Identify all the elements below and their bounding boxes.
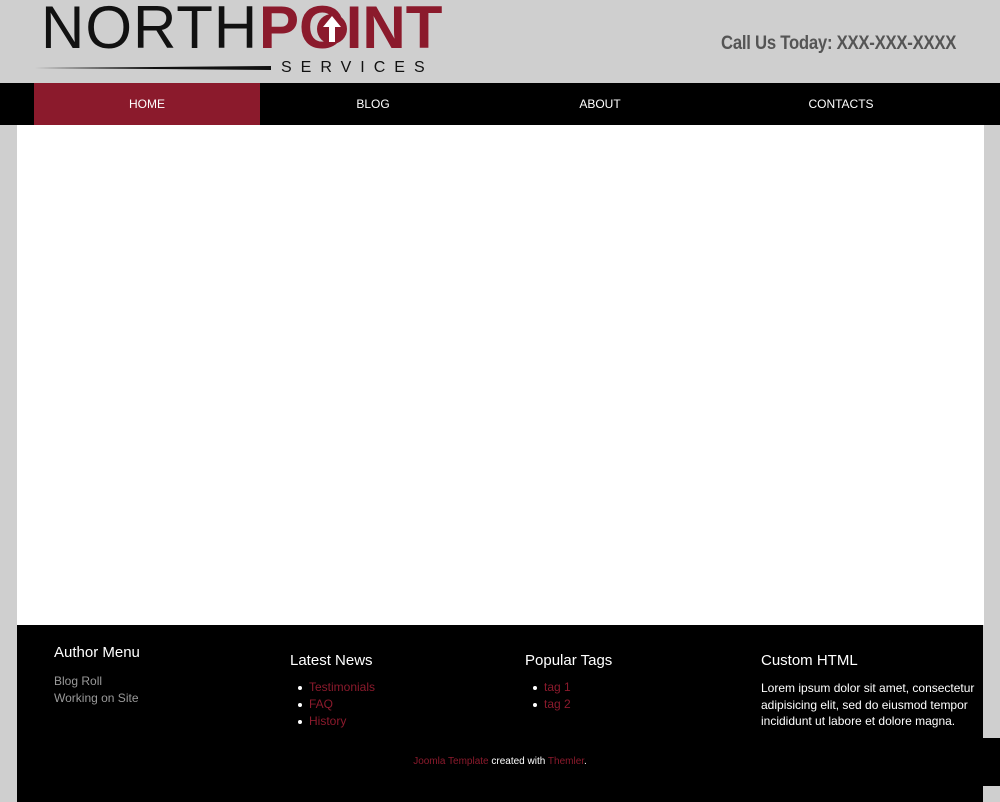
- author-menu-title: Author Menu: [54, 644, 140, 661]
- main-nav: HOME BLOG ABOUT CONTACTS: [0, 83, 1000, 125]
- list-item: FAQ: [290, 696, 375, 713]
- latest-news-list: Testimonials FAQ History: [290, 679, 375, 730]
- credit-text-created-with: created with: [488, 756, 548, 767]
- footer-popular-tags: Popular Tags tag 1 tag 2: [525, 625, 745, 745]
- custom-html-title: Custom HTML: [761, 652, 858, 669]
- author-link-blog-roll[interactable]: Blog Roll: [54, 673, 139, 690]
- latest-news-title: Latest News: [290, 652, 373, 669]
- arrow-up-icon: [317, 14, 347, 44]
- list-item: Testimonials: [290, 679, 375, 696]
- author-link-working-on-site[interactable]: Working on Site: [54, 690, 139, 707]
- logo-text-services: SERVICES: [281, 59, 434, 76]
- logo-text-point: POINT: [259, 0, 443, 61]
- phone-number: Call Us Today: XXX-XXX-XXXX: [720, 33, 956, 54]
- main-content: [17, 125, 984, 625]
- footer-custom-html: Custom HTML Lorem ipsum dolor sit amet, …: [761, 625, 981, 745]
- list-item: tag 2: [525, 696, 571, 713]
- author-menu-links: Blog Roll Working on Site: [54, 673, 139, 707]
- footer-latest-news: Latest News Testimonials FAQ History: [290, 625, 510, 745]
- logo-text-north: NORTH: [41, 0, 259, 61]
- tag-link-2[interactable]: tag 2: [544, 697, 571, 711]
- custom-html-text: Lorem ipsum dolor sit amet, consectetur …: [761, 681, 975, 728]
- popular-tags-list: tag 1 tag 2: [525, 679, 571, 713]
- site-header: NORTH POINT SERVICES Call Us Today: XXX-…: [0, 0, 1000, 83]
- nav-item-home[interactable]: HOME: [34, 83, 260, 125]
- credit-link-joomla-template[interactable]: Joomla Template: [413, 756, 488, 767]
- popular-tags-title: Popular Tags: [525, 652, 613, 669]
- list-item: History: [290, 713, 375, 730]
- nav-item-blog[interactable]: BLOG: [260, 83, 486, 125]
- logo-swoosh: [35, 66, 271, 70]
- news-link-faq[interactable]: FAQ: [309, 697, 333, 711]
- list-item: tag 1: [525, 679, 571, 696]
- nav-item-about[interactable]: ABOUT: [487, 83, 713, 125]
- news-link-history[interactable]: History: [309, 714, 346, 728]
- nav-item-contacts[interactable]: CONTACTS: [714, 83, 968, 125]
- footer-credit: Joomla Template created with Themler.: [17, 756, 983, 767]
- credit-link-themler[interactable]: Themler: [548, 756, 584, 767]
- site-footer: Author Menu Blog Roll Working on Site La…: [17, 625, 983, 802]
- footer-edge-block: [983, 738, 1000, 786]
- credit-text-period: .: [584, 756, 587, 767]
- news-link-testimonials[interactable]: Testimonials: [309, 680, 375, 694]
- footer-author-menu: Author Menu Blog Roll Working on Site: [54, 625, 274, 745]
- tag-link-1[interactable]: tag 1: [544, 680, 571, 694]
- site-logo[interactable]: NORTH POINT SERVICES: [35, 0, 455, 80]
